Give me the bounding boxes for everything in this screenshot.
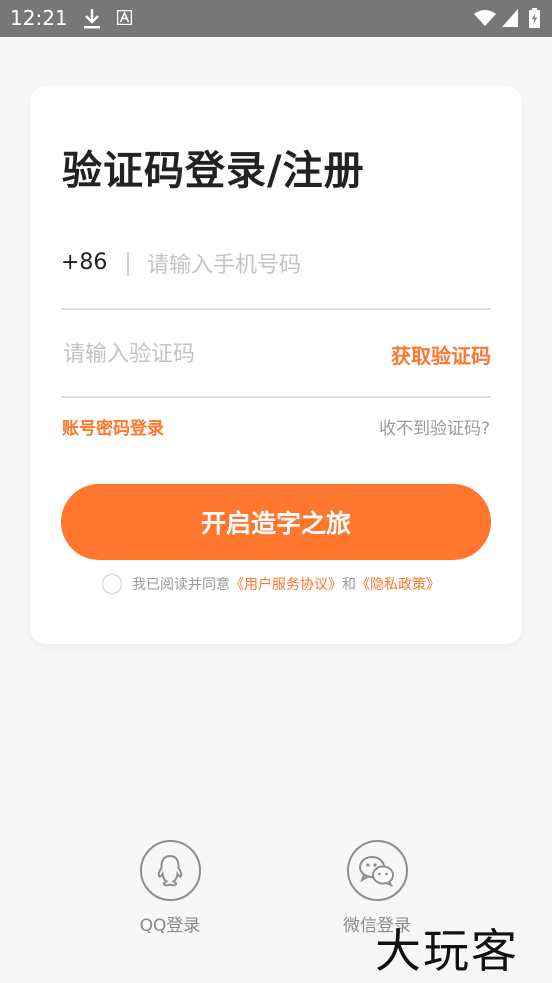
code-input[interactable] — [61, 336, 355, 372]
agreement-row: 我已阅读并同意《用户服务协议》和《隐私政策》 — [102, 574, 440, 598]
page-title: 验证码登录/注册 — [62, 148, 365, 194]
no-code-link[interactable]: 收不到验证码? — [379, 414, 490, 439]
status-bar: 12:21 — [0, 0, 552, 37]
qq-login-label: QQ登录 — [139, 916, 201, 936]
agreement-prefix: 我已阅读并同意 — [132, 577, 230, 593]
qq-login-button[interactable] — [139, 840, 201, 901]
country-code[interactable]: +86 — [61, 250, 107, 275]
agreement-and: 和 — [342, 577, 356, 593]
agreement-checkbox[interactable] — [102, 574, 122, 594]
wifi-icon — [474, 10, 496, 26]
divider — [127, 252, 129, 276]
submit-button[interactable]: 开启造字之旅 — [61, 484, 491, 560]
download-icon — [84, 9, 100, 29]
code-row: 获取验证码 — [61, 326, 491, 398]
wechat-icon — [359, 855, 394, 887]
signal-icon — [502, 9, 518, 27]
watermark-text: 大玩客 — [375, 924, 519, 978]
account-password-login-link[interactable]: 账号密码登录 — [62, 414, 164, 439]
status-time: 12:21 — [10, 6, 68, 30]
wechat-login-button[interactable] — [346, 840, 408, 901]
user-agreement-link[interactable]: 《用户服务协议》 — [230, 577, 342, 593]
battery-icon — [529, 8, 540, 28]
phone-input[interactable] — [145, 247, 479, 283]
privacy-policy-link[interactable]: 《隐私政策》 — [356, 577, 440, 593]
qq-icon — [157, 854, 183, 886]
phone-row: +86 — [61, 236, 491, 310]
qq-login[interactable]: QQ登录 — [120, 840, 220, 936]
login-card: 验证码登录/注册 +86 获取验证码 账号密码登录 收不到验证码? 开启造字之旅… — [30, 86, 522, 644]
get-code-button[interactable]: 获取验证码 — [391, 340, 491, 369]
app-notification-icon — [117, 10, 132, 25]
